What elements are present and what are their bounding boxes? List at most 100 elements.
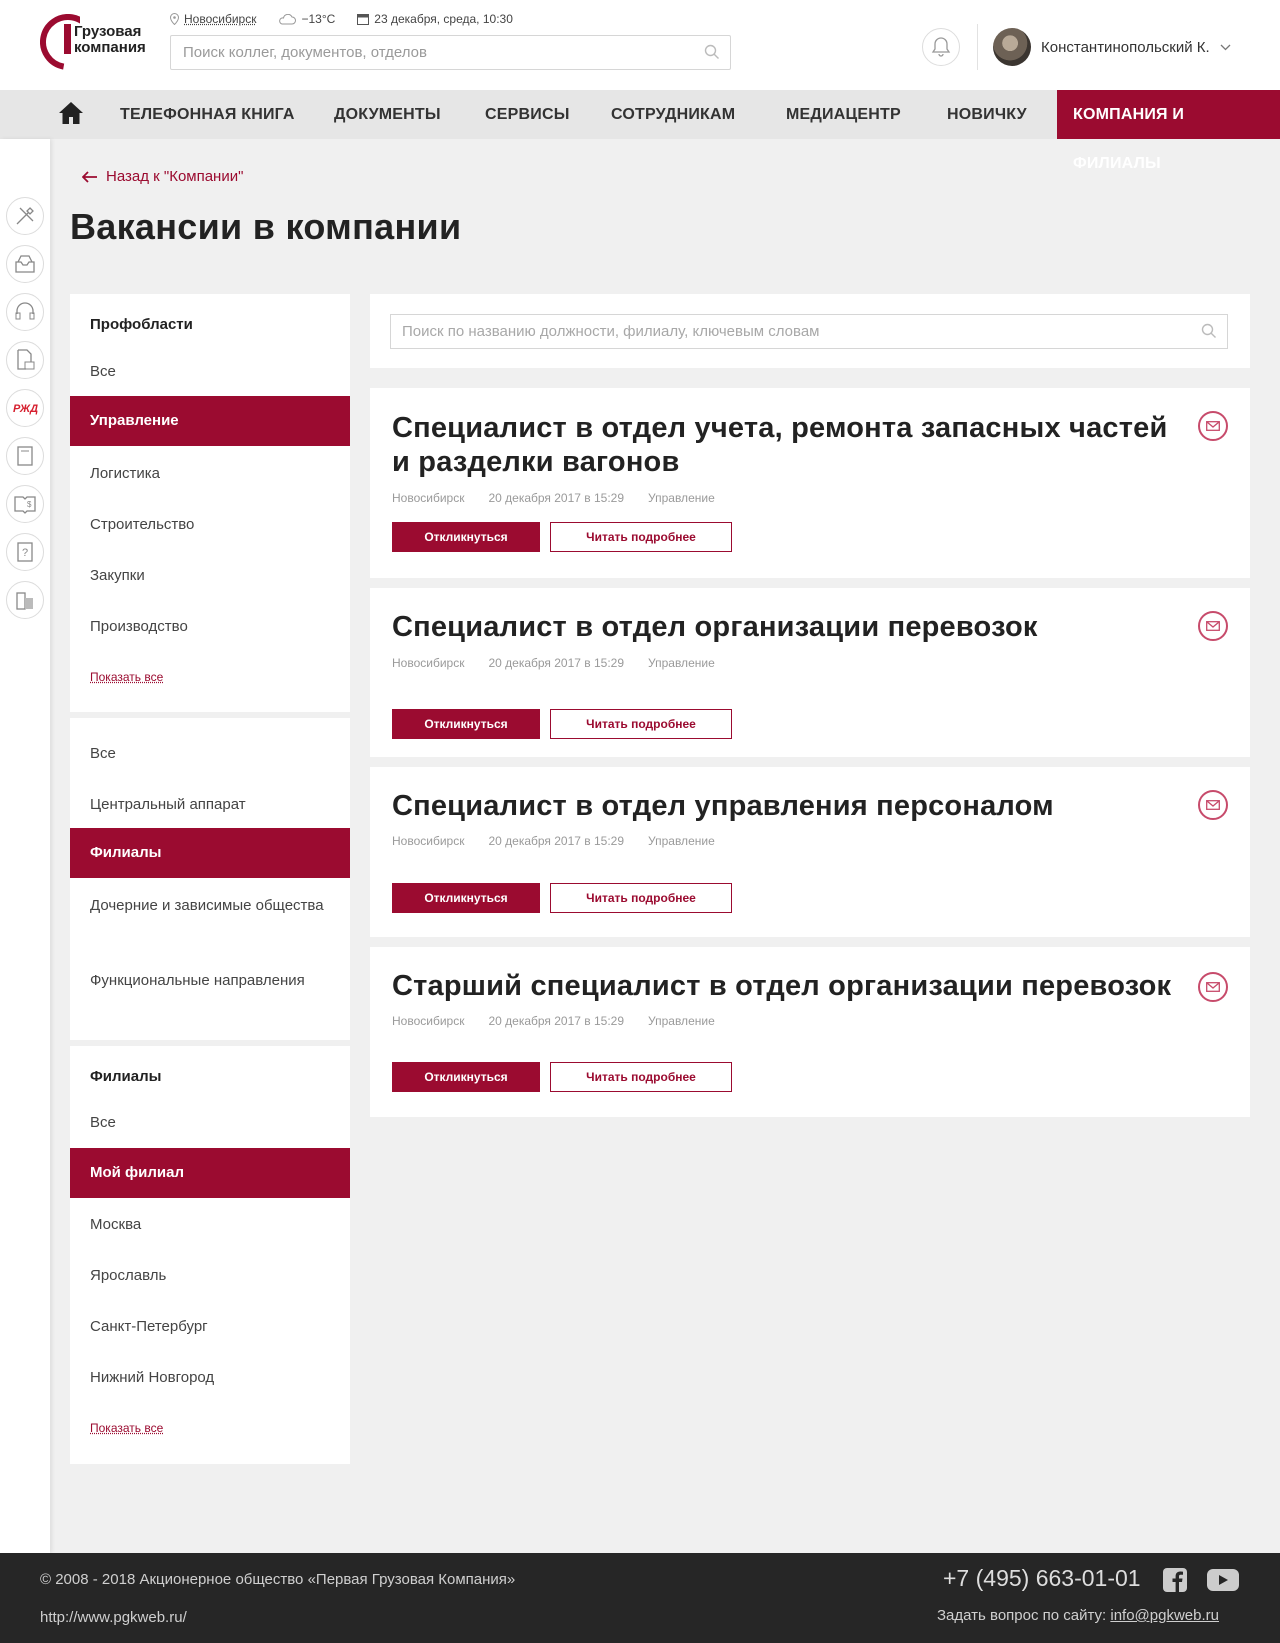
filter-heading: Профобласти: [90, 316, 193, 333]
envelope-icon: [1206, 621, 1220, 631]
finance-book-icon[interactable]: $: [6, 485, 44, 523]
filter-item-construction[interactable]: Строительство: [90, 513, 330, 537]
home-icon[interactable]: [58, 101, 84, 125]
user-menu[interactable]: Константинопольский К.: [993, 28, 1231, 66]
svg-text:?: ?: [22, 547, 28, 559]
city-selector[interactable]: Новосибирск: [170, 12, 256, 26]
apply-button[interactable]: Откликнуться: [392, 1062, 540, 1092]
top-info-bar: Новосибирск −13°C 23 декабря, среда, 10:…: [170, 12, 513, 26]
header-divider: [977, 24, 978, 70]
filter-org-structure: Все Центральный аппарат Филиалы Дочерние…: [70, 718, 350, 1040]
vacancy-card: Специалист в отдел управления персоналом…: [370, 767, 1250, 937]
filter-item-all[interactable]: Все: [90, 742, 330, 766]
search-icon[interactable]: [704, 44, 720, 60]
back-link-label[interactable]: Назад к "Компании": [106, 168, 243, 185]
chevron-down-icon[interactable]: [1220, 44, 1231, 51]
svg-text:$: $: [27, 500, 32, 509]
show-all-link[interactable]: Показать все: [90, 1421, 163, 1435]
mail-button[interactable]: [1198, 411, 1228, 441]
filter-item-all[interactable]: Все: [90, 1111, 330, 1135]
apply-button[interactable]: Откликнуться: [392, 522, 540, 552]
filter-item-central[interactable]: Центральный аппарат: [90, 793, 330, 817]
read-more-button[interactable]: Читать подробнее: [550, 709, 732, 739]
filter-item-yaroslavl[interactable]: Ярославль: [90, 1264, 330, 1288]
read-more-button[interactable]: Читать подробнее: [550, 522, 732, 552]
help-icon[interactable]: ?: [6, 533, 44, 571]
nav-item-employees[interactable]: СОТРУДНИКАМ: [611, 90, 735, 139]
vacancy-search-input[interactable]: [391, 315, 1181, 348]
apply-button[interactable]: Откликнуться: [392, 883, 540, 913]
city-label[interactable]: Новосибирск: [184, 12, 256, 26]
vacancy-title[interactable]: Специалист в отдел учета, ремонта запасн…: [392, 411, 1182, 479]
filter-item-production[interactable]: Производство: [90, 615, 330, 639]
vacancy-search-panel: [370, 294, 1250, 368]
avatar[interactable]: [993, 28, 1031, 66]
filter-item-logistics[interactable]: Логистика: [90, 462, 330, 486]
footer-copyright: © 2008 - 2018 Акционерное общество «Перв…: [40, 1571, 516, 1588]
vacancy-title[interactable]: Специалист в отдел управления персоналом: [392, 789, 1182, 823]
inbox-icon[interactable]: [6, 245, 44, 283]
vacancy-date: 20 декабря 2017 в 15:29: [488, 834, 625, 848]
nav-item-documents[interactable]: ДОКУМЕНТЫ: [334, 90, 441, 139]
vacancy-date: 20 декабря 2017 в 15:29: [488, 1014, 625, 1028]
notifications-button[interactable]: [922, 28, 960, 66]
mail-button[interactable]: [1198, 972, 1228, 1002]
back-link[interactable]: Назад к "Компании": [82, 168, 243, 185]
book-icon[interactable]: [6, 437, 44, 475]
search-icon[interactable]: [1201, 323, 1217, 339]
footer-email-link[interactable]: info@pgkweb.ru: [1110, 1607, 1219, 1624]
filter-item-nnovgorod[interactable]: Нижний Новгород: [90, 1366, 330, 1390]
bell-icon: [931, 37, 951, 57]
envelope-icon: [1206, 800, 1220, 810]
global-search-input[interactable]: [171, 36, 691, 69]
logo-text-line2: компания: [74, 39, 146, 56]
filter-item-subsidiaries[interactable]: Дочерние и зависимые общества: [90, 894, 330, 918]
nav-item-company[interactable]: КОМПАНИЯ И ФИЛИАЛЫ: [1057, 90, 1280, 172]
user-name[interactable]: Константинопольский К.: [1041, 39, 1210, 56]
filter-item-all[interactable]: Все: [90, 360, 330, 384]
mail-button[interactable]: [1198, 611, 1228, 641]
logo-text-line1: Грузовая: [74, 23, 142, 40]
nav-item-newcomer[interactable]: НОВИЧКУ: [947, 90, 1027, 139]
filter-item-my-branch-active[interactable]: Мой филиал: [70, 1148, 350, 1198]
mail-button[interactable]: [1198, 790, 1228, 820]
envelope-icon: [1206, 421, 1220, 431]
nav-item-services[interactable]: СЕРВИСЫ: [485, 90, 570, 139]
footer-phone[interactable]: +7 (495) 663-01-01: [943, 1565, 1141, 1592]
read-more-button[interactable]: Читать подробнее: [550, 1062, 732, 1092]
facebook-icon[interactable]: [1162, 1567, 1188, 1593]
vacancy-title[interactable]: Специалист в отдел организации перевозок: [392, 610, 1182, 644]
vacancy-card: Старший специалист в отдел организации п…: [370, 947, 1250, 1117]
temperature-label: −13°C: [301, 12, 336, 26]
tools-icon[interactable]: [6, 197, 44, 235]
vacancy-date: 20 декабря 2017 в 15:29: [488, 491, 625, 505]
vacancy-city: Новосибирск: [392, 656, 465, 670]
date-info: 23 декабря, среда, 10:30: [357, 12, 513, 26]
filter-item-moscow[interactable]: Москва: [90, 1213, 330, 1237]
vacancy-meta: Новосибирск 20 декабря 2017 в 15:29 Упра…: [392, 1014, 715, 1028]
youtube-icon[interactable]: [1206, 1567, 1240, 1593]
filter-item-spb[interactable]: Санкт-Петербург: [90, 1315, 330, 1339]
building-icon[interactable]: [6, 581, 44, 619]
filter-item-management-active[interactable]: Управление: [70, 396, 350, 446]
headset-icon[interactable]: [6, 293, 44, 331]
document-mail-icon[interactable]: [6, 341, 44, 379]
nav-item-mediacenter[interactable]: МЕДИАЦЕНТР: [786, 90, 901, 139]
vacancy-title[interactable]: Старший специалист в отдел организации п…: [392, 969, 1192, 1003]
quick-links-rail: РЖД $ ?: [0, 139, 50, 1553]
read-more-button[interactable]: Читать подробнее: [550, 883, 732, 913]
filter-item-procurement[interactable]: Закупки: [90, 564, 330, 588]
footer: © 2008 - 2018 Акционерное общество «Перв…: [0, 1553, 1280, 1643]
envelope-icon: [1206, 982, 1220, 992]
filter-item-branches-active[interactable]: Филиалы: [70, 828, 350, 878]
filter-item-functional[interactable]: Функциональные направления: [90, 969, 330, 993]
company-logo[interactable]: Грузовая компания: [40, 14, 150, 72]
nav-item-phonebook[interactable]: ТЕЛЕФОННАЯ КНИГА: [120, 90, 295, 139]
apply-button[interactable]: Откликнуться: [392, 709, 540, 739]
rzd-logo-icon[interactable]: РЖД: [6, 389, 44, 427]
vacancy-area: Управление: [648, 1014, 715, 1028]
vacancy-meta: Новосибирск 20 декабря 2017 в 15:29 Упра…: [392, 656, 715, 670]
vacancy-city: Новосибирск: [392, 834, 465, 848]
show-all-link[interactable]: Показать все: [90, 670, 163, 684]
footer-site-link[interactable]: http://www.pgkweb.ru/: [40, 1609, 187, 1626]
